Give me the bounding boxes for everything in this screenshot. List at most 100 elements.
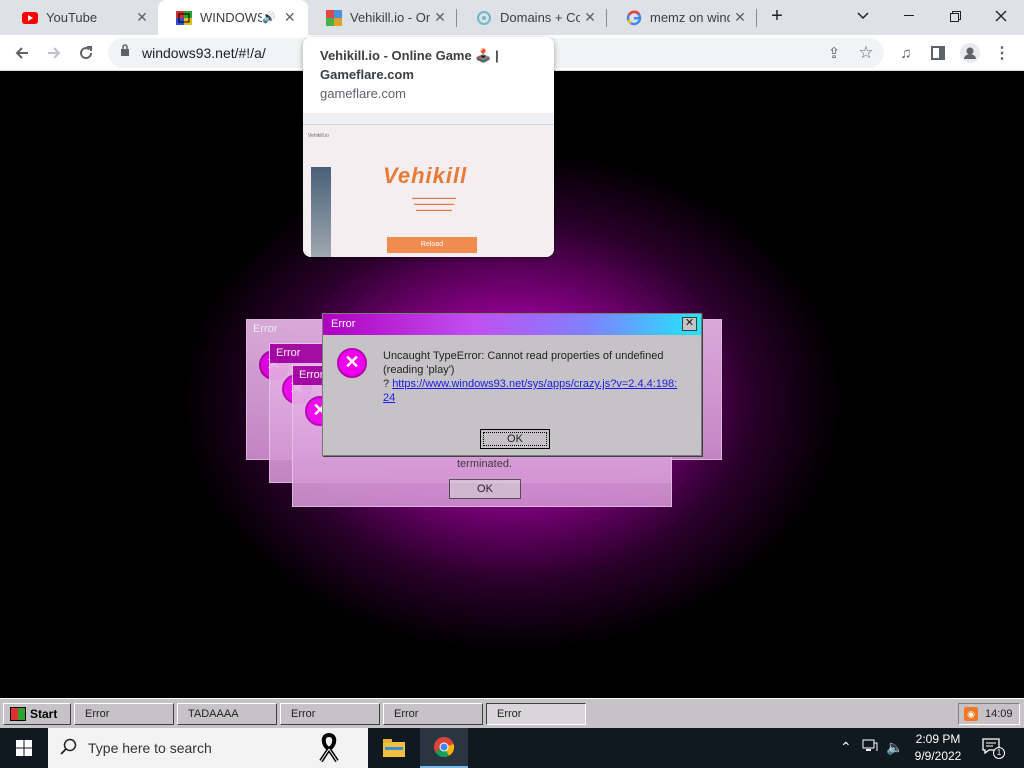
search-placeholder: Type here to search [88,740,212,756]
tab-label: YouTube [46,10,98,25]
tab-windows93[interactable]: WINDOWS93 🔊 ✕ [158,0,308,35]
error-icon: ✕ [337,348,367,378]
w93-clock: 14:09 [985,708,1013,720]
volume-icon[interactable]: 🔈 [886,739,903,756]
preview-logo: Vehikill [383,163,468,188]
error-message: terminated. [457,458,513,470]
close-tab-icon[interactable]: ✕ [730,9,750,26]
tab-separator [606,9,607,27]
tab-separator [456,9,457,27]
ok-button[interactable]: OK [480,429,550,449]
error-source-link[interactable]: https://www.windows93.net/sys/apps/crazy… [383,378,677,404]
close-tab-icon[interactable]: ✕ [580,9,600,26]
window-title: Error [253,323,278,335]
chrome-button[interactable] [420,728,468,768]
preview-description: ▬▬▬▬▬▬▬▬▬▬▬ ▬▬▬▬▬▬▬▬▬▬ ▬▬▬▬▬▬▬▬▬ [412,195,456,212]
dialog-title: Error [331,318,356,330]
reload-button[interactable] [72,39,100,67]
main-error-dialog[interactable]: Error ✕ ✕ Uncaught TypeError: Cannot rea… [322,313,702,456]
tab-label: memz on windows [650,10,730,25]
tab-domains[interactable]: Domains + Configuration ✕ [458,0,606,35]
w93-task-button[interactable]: Error [486,703,586,725]
w93-task-button[interactable]: Error [74,703,174,725]
taskbar-clock[interactable]: 2:09 PM 9/9/2022 [908,731,968,765]
browser-tab-strip: YouTube ✕ WINDOWS93 🔊 ✕ Vehikill.io - On… [0,0,1024,35]
back-button[interactable] [8,39,36,67]
star-icon: ☆ [858,43,874,62]
lock-icon[interactable] [120,44,130,59]
google-icon [626,10,642,26]
youtube-icon [22,10,38,26]
taskbar-search-box[interactable]: Type here to search [48,728,368,768]
folder-icon [383,739,405,757]
windows-start-button[interactable] [0,728,48,768]
windows-taskbar: Type here to search ⌃ 🔈 2:09 PM 9/9/2022… [0,728,1024,768]
notification-center-button[interactable]: 1 [982,738,1005,759]
preview-sidebar-ad [311,167,331,257]
more-vert-icon: ⋮ [994,45,1010,62]
close-tab-icon[interactable]: ✕ [280,9,300,26]
forward-arrow-icon [48,47,61,59]
share-button[interactable]: ⇪ [820,39,848,67]
tab-label: Vehikill.io - Online Game [350,10,430,25]
tab-search-button[interactable] [840,0,886,32]
close-icon: ✕ [684,317,695,329]
w93-task-button[interactable]: Error [383,703,483,725]
avatar [960,43,980,63]
error-message: Uncaught TypeError: Cannot read properti… [383,349,683,405]
start-label: Start [30,707,58,721]
media-queue-icon: ♫ [900,44,912,62]
close-tab-icon[interactable]: ✕ [430,9,450,26]
media-control-button[interactable]: ♫ [892,39,920,67]
network-icon[interactable] [862,739,878,756]
menu-button[interactable]: ⋮ [988,39,1016,67]
error-text: Uncaught TypeError: Cannot read properti… [383,350,664,376]
hover-card-domain: gameflare.com [320,86,406,101]
close-dialog-button[interactable]: ✕ [682,317,697,331]
dialog-title-bar[interactable]: Error [323,314,701,335]
share-icon: ⇪ [827,45,841,62]
side-panel-icon [931,46,945,60]
clock-time: 2:09 PM [915,732,961,746]
file-explorer-button[interactable] [370,728,418,768]
back-arrow-icon [15,47,28,59]
tab-vehikill[interactable]: Vehikill.io - Online Game ✕ [308,0,456,35]
tab-hover-card: Vehikill.io - Online Game 🕹️ | Gameflare… [303,37,554,257]
w93-taskbar: Start Error TADAAAA Error Error Error ◉ … [0,698,1024,728]
new-tab-button[interactable]: + [754,0,800,32]
close-window-button[interactable] [978,0,1024,32]
speaker-icon[interactable]: 🔊 [262,11,276,24]
windows93-icon [176,10,192,26]
profile-button[interactable] [956,39,984,67]
error-prefix: ? [383,378,390,390]
tab-label: Domains + Configuration [500,10,580,25]
domains-icon [476,10,492,26]
w93-start-button[interactable]: Start [3,703,71,725]
ok-button[interactable]: OK [449,479,521,499]
reload-icon [80,46,93,60]
close-tab-icon[interactable]: ✕ [132,9,152,26]
w93-task-button[interactable]: Error [280,703,380,725]
bookmark-button[interactable]: ☆ [852,39,880,67]
restore-icon [949,10,961,22]
close-icon [995,10,1007,22]
restore-button[interactable] [932,0,978,32]
gameflare-icon [326,9,342,26]
tab-label: WINDOWS93 [200,10,262,25]
side-panel-button[interactable] [924,39,952,67]
windows93-icon [10,707,26,721]
windows-logo-icon [16,740,32,756]
window-title: Error [293,366,323,385]
tab-memz[interactable]: memz on windows ✕ [608,0,756,35]
minimize-button[interactable] [886,0,932,32]
search-icon [60,738,78,761]
forward-button[interactable] [40,39,68,67]
rss-icon[interactable]: ◉ [964,707,978,721]
preview-page-label: Vehikill.io [308,133,329,139]
preview-reload-button: Reload [387,237,477,253]
chevron-up-icon[interactable]: ⌃ [840,739,852,756]
chevron-down-icon [857,12,869,20]
tab-youtube[interactable]: YouTube ✕ [4,0,158,35]
ribbon-icon[interactable] [318,732,340,768]
w93-task-button[interactable]: TADAAAA [177,703,277,725]
